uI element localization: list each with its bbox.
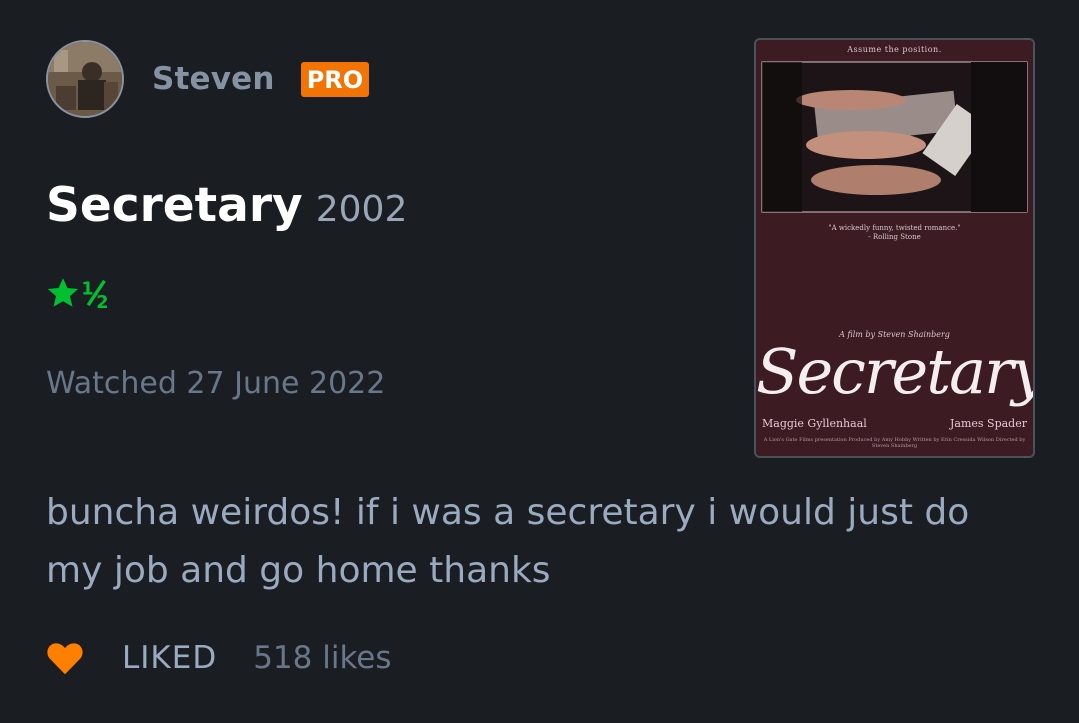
film-title[interactable]: Secretary bbox=[46, 178, 303, 233]
poster-tagline: Assume the position. bbox=[847, 45, 942, 54]
review-text: buncha weirdos! if i was a secretary i w… bbox=[46, 492, 970, 591]
poster-title: Secretary bbox=[756, 335, 1035, 408]
liked-label[interactable]: LIKED bbox=[122, 640, 217, 676]
film-poster[interactable]: Assume the position. "A wickedly funny, … bbox=[754, 38, 1035, 458]
poster-actor-right: James Spader bbox=[950, 417, 1027, 430]
svg-text:2: 2 bbox=[96, 293, 108, 310]
avatar[interactable] bbox=[46, 40, 124, 118]
poster-actor-left: Maggie Gyllenhaal bbox=[762, 417, 867, 430]
username[interactable]: Steven bbox=[152, 61, 275, 97]
svg-text:1: 1 bbox=[81, 279, 93, 299]
poster-billing: A Lion's Gate Films presentation Produce… bbox=[763, 437, 1026, 449]
review-page: Steven PRO Secretary 2002 1 2 Watched 27… bbox=[0, 0, 1079, 723]
pro-badge: PRO bbox=[300, 61, 370, 97]
rating: 1 2 bbox=[46, 276, 118, 310]
review-header: Steven PRO bbox=[46, 40, 370, 118]
half-star-icon: 1 2 bbox=[80, 276, 118, 310]
poster-quote-source: - Rolling Stone bbox=[868, 233, 921, 241]
watched-date[interactable]: Watched 27 June 2022 bbox=[46, 366, 385, 401]
film-heading: Secretary 2002 bbox=[46, 178, 407, 233]
heart-icon[interactable] bbox=[46, 641, 84, 675]
film-year[interactable]: 2002 bbox=[316, 189, 408, 230]
review-footer: LIKED 518 likes bbox=[46, 640, 392, 676]
poster-quote: "A wickedly funny, twisted romance." bbox=[828, 224, 961, 232]
star-icon bbox=[46, 276, 80, 310]
likes-count[interactable]: 518 likes bbox=[253, 640, 391, 676]
